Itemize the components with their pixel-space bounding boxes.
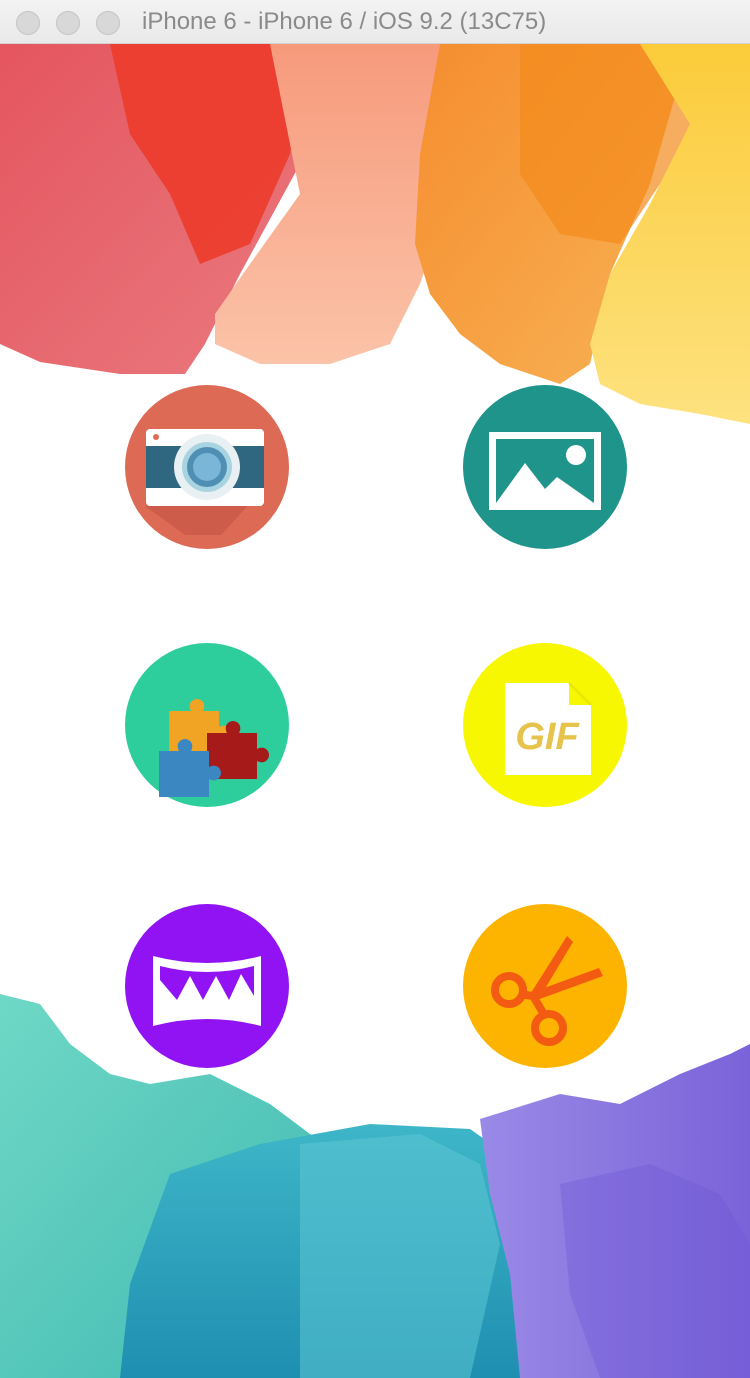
zoom-window-button[interactable] (96, 11, 120, 35)
scissors-icon (463, 904, 627, 1068)
image-icon (463, 385, 627, 549)
window-title: iPhone 6 - iPhone 6 / iOS 9.2 (13C75) (142, 8, 547, 35)
gallery-button[interactable] (463, 385, 627, 549)
puzzle-icon (125, 643, 289, 807)
panorama-icon (125, 904, 289, 1068)
watercolor-background (0, 44, 750, 1378)
camera-icon (125, 385, 289, 549)
simulator-title-bar: iPhone 6 - iPhone 6 / iOS 9.2 (13C75) (0, 0, 750, 44)
close-window-button[interactable] (16, 11, 40, 35)
puzzle-button[interactable] (125, 643, 289, 807)
app-screen: GIF (0, 44, 750, 1378)
minimize-window-button[interactable] (56, 11, 80, 35)
panorama-button[interactable] (125, 904, 289, 1068)
scissors-button[interactable] (463, 904, 627, 1068)
gif-file-icon: GIF (463, 643, 627, 807)
camera-button[interactable] (125, 385, 289, 549)
gif-button[interactable]: GIF (463, 643, 627, 807)
gif-label: GIF (515, 716, 580, 758)
